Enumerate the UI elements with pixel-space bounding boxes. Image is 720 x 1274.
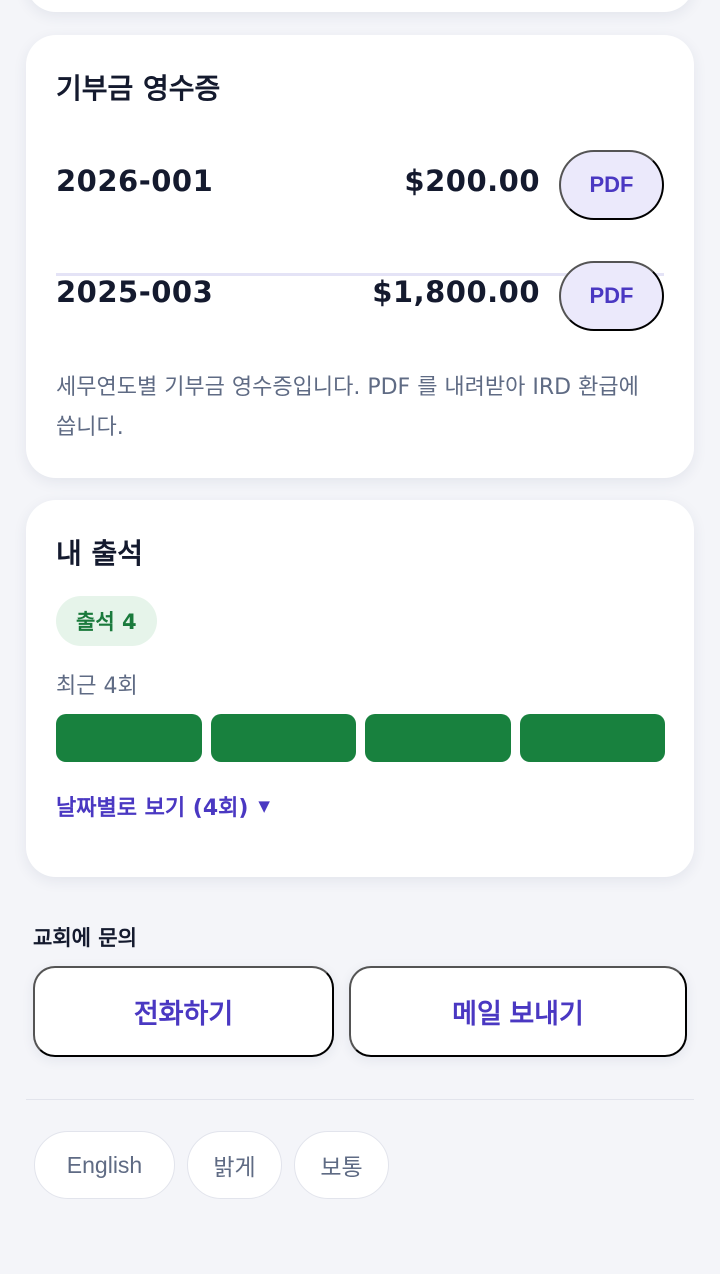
send-email-button[interactable]: 메일 보내기	[349, 966, 687, 1057]
text-size-toggle[interactable]: 보통	[294, 1131, 389, 1199]
pdf-download-button[interactable]: PDF	[559, 261, 664, 331]
receipts-note: 세무연도별 기부금 영수증입니다. PDF 를 내려받아 IRD 환급에 씁니다…	[56, 375, 639, 440]
page: 기부금 영수증 2026-001 $200.00 PDF 2025-003 $1…	[0, 0, 720, 1274]
donation-receipts-card: 기부금 영수증 2026-001 $200.00 PDF 2025-003 $1…	[26, 35, 694, 478]
contact-church-heading: 교회에 문의	[33, 926, 137, 950]
attendance-title: 내 출석	[56, 537, 144, 570]
previous-card-bottom	[26, 0, 694, 12]
donation-receipts-title: 기부금 영수증	[56, 72, 221, 105]
attendance-card: 내 출석 출석 4 최근 4회 날짜별로 보기 (4회) ▼	[26, 500, 694, 877]
caret-down-icon: ▼	[258, 797, 270, 815]
receipt-amount: $200.00	[404, 164, 540, 198]
attendance-bar	[56, 714, 202, 762]
view-by-date-toggle[interactable]: 날짜별로 보기 (4회) ▼	[56, 790, 270, 822]
call-button[interactable]: 전화하기	[33, 966, 334, 1057]
pdf-download-button[interactable]: PDF	[559, 150, 664, 220]
recent-attendance-label: 최근 4회	[56, 674, 138, 699]
receipt-row: 2025-003 $1,800.00 PDF	[56, 261, 664, 331]
theme-toggle[interactable]: 밝게	[187, 1131, 282, 1199]
receipt-amount: $1,800.00	[372, 275, 540, 309]
receipt-id: 2026-001	[56, 164, 214, 198]
attendance-count-badge: 출석 4	[56, 596, 157, 646]
attendance-bar	[519, 714, 665, 762]
view-by-date-label: 날짜별로 보기 (4회)	[56, 796, 249, 821]
language-toggle[interactable]: English	[34, 1131, 175, 1199]
attendance-bar	[365, 714, 511, 762]
attendance-bar	[210, 714, 356, 762]
footer-divider	[26, 1099, 694, 1100]
recent-attendance-bars	[56, 714, 665, 762]
receipt-row: 2026-001 $200.00 PDF	[56, 150, 664, 220]
receipt-id: 2025-003	[56, 275, 214, 309]
